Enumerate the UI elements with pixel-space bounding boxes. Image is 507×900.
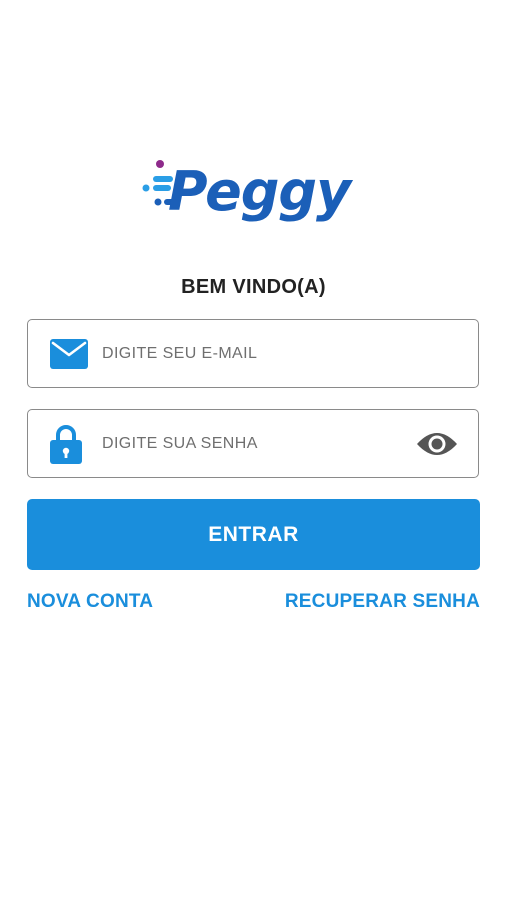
recover-password-link[interactable]: RECUPERAR SENHA [285, 591, 480, 613]
enter-button[interactable]: ENTRAR [27, 499, 480, 570]
password-input[interactable] [102, 410, 402, 477]
welcome-heading: BEM VINDO(A) [181, 276, 326, 298]
email-field-container [27, 319, 479, 388]
password-field-container [27, 409, 479, 478]
peggy-logo: Peggy [140, 158, 370, 234]
lock-icon [50, 424, 82, 464]
envelope-icon [50, 338, 88, 369]
new-account-link[interactable]: NOVA CONTA [27, 591, 153, 613]
eye-icon[interactable] [416, 430, 458, 458]
email-input[interactable] [102, 320, 402, 387]
logo-wordmark: Peggy [168, 160, 351, 223]
